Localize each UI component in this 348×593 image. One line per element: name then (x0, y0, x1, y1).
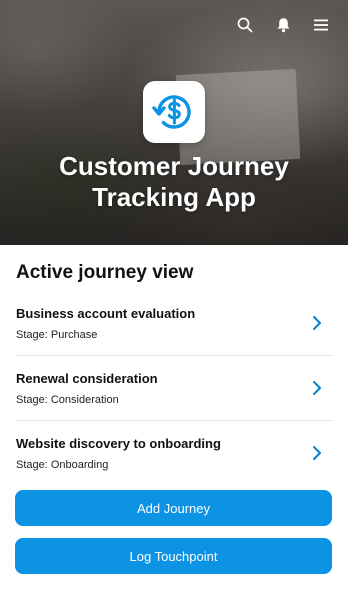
journey-row[interactable]: Website discovery to onboarding Stage: O… (16, 421, 332, 486)
log-touchpoint-button[interactable]: Log Touchpoint (15, 538, 332, 574)
chevron-right-icon[interactable] (312, 380, 322, 396)
menu-icon[interactable] (312, 16, 330, 34)
section-title: Active journey view (16, 262, 194, 283)
journey-stage: Stage: Consideration (16, 394, 119, 406)
app-title: Customer Journey Tracking App (59, 151, 289, 212)
journey-list: Business account evaluation Stage: Purch… (16, 291, 332, 486)
top-actions (236, 16, 330, 34)
app-logo (143, 81, 205, 143)
journey-title: Website discovery to onboarding (16, 436, 221, 451)
dollar-refresh-icon (152, 95, 191, 129)
add-journey-button[interactable]: Add Journey (15, 490, 332, 526)
journey-title: Business account evaluation (16, 306, 196, 321)
search-icon[interactable] (236, 16, 254, 34)
journey-title: Renewal consideration (16, 371, 158, 386)
journey-row[interactable]: Renewal consideration Stage: Considerati… (16, 356, 332, 421)
journey-row[interactable]: Business account evaluation Stage: Purch… (16, 291, 332, 356)
hero-header: Customer Journey Tracking App (0, 0, 348, 245)
chevron-right-icon[interactable] (312, 315, 322, 331)
bell-icon[interactable] (274, 16, 292, 34)
chevron-right-icon[interactable] (312, 445, 322, 461)
journey-stage: Stage: Purchase (16, 329, 98, 341)
journey-stage: Stage: Onboarding (16, 459, 109, 471)
